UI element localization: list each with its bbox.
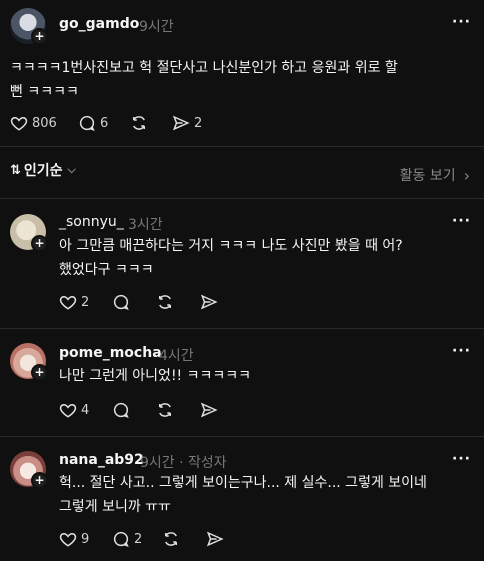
sort-dropdown[interactable]: ⇅ 인기순 ⌵ <box>10 160 76 180</box>
comment-icon <box>113 402 129 419</box>
comment-icon <box>113 294 129 311</box>
heart-icon <box>59 403 77 418</box>
share-button[interactable] <box>206 530 224 548</box>
main-post: + go_gamdo 9시간 ··· ㅋㅋㅋㅋ1번사진보고 헉 절단사고 나신분… <box>0 0 484 146</box>
share-count: 2 <box>194 115 203 131</box>
view-activity-label: 활동 보기 <box>399 168 456 184</box>
like-button[interactable]: 806 <box>10 114 78 132</box>
repost-button[interactable] <box>162 530 206 548</box>
like-count: 4 <box>81 402 90 418</box>
divider <box>0 436 484 437</box>
follow-plus-icon[interactable]: + <box>31 235 48 252</box>
send-icon <box>172 115 190 131</box>
reply-line: 아 그만큼 매끈하다는 거지 ㅋㅋㅋ 나도 사진만 봤을 때 어? <box>59 238 403 254</box>
heart-icon <box>59 532 77 547</box>
post-time: 9시간 <box>139 19 174 35</box>
send-icon <box>206 531 224 547</box>
share-button[interactable] <box>200 293 218 311</box>
post-line: ㅋㅋㅋㅋ1번사진보고 헉 절단사고 나신분인가 하고 응원과 위로 할 <box>10 60 398 76</box>
like-count: 806 <box>32 115 57 131</box>
post-username[interactable]: go_gamdo <box>59 16 139 32</box>
sort-label: 인기순 <box>23 163 63 179</box>
post-body: ㅋㅋㅋㅋ1번사진보고 헉 절단사고 나신분인가 하고 응원과 위로 할 뻔 ㅋㅋ… <box>10 56 398 104</box>
reply-username[interactable]: nana_ab92 <box>59 452 144 468</box>
reply-body: 나만 그런게 아니었!! ㅋㅋㅋㅋㅋ <box>59 364 251 388</box>
comment-count: 2 <box>134 531 143 547</box>
follow-plus-icon[interactable]: + <box>31 28 48 45</box>
reply-line: 그렇게 보니까 ㅠㅠ <box>59 499 171 515</box>
repost-icon <box>165 532 177 546</box>
heart-icon <box>10 116 28 131</box>
comment-icon <box>79 115 95 132</box>
reply-username[interactable]: _sonnyu_ <box>59 214 124 230</box>
follow-plus-icon[interactable]: + <box>31 472 48 489</box>
more-options-icon[interactable]: ··· <box>452 213 471 229</box>
like-count: 9 <box>81 531 90 547</box>
chevron-down-icon: ⌵ <box>67 163 76 176</box>
reply-actions: 2 <box>59 293 218 311</box>
divider <box>0 146 484 147</box>
share-button[interactable]: 2 <box>172 114 202 132</box>
send-icon <box>200 294 218 310</box>
repost-button[interactable] <box>130 114 172 132</box>
repost-button[interactable] <box>156 293 200 311</box>
repost-icon <box>159 403 171 417</box>
reply-line: 헉... 절단 사고.. 그렇게 보이는구나... 제 실수... 그렇게 보이… <box>59 475 427 491</box>
chevron-right-icon: › <box>463 165 470 185</box>
post-line: 뻔 ㅋㅋㅋㅋ <box>10 84 79 100</box>
reply-time: 3시간 <box>128 217 163 233</box>
comment-button[interactable]: 2 <box>112 530 162 548</box>
reply-time: 4시간 <box>159 348 194 364</box>
reply-body: 아 그만큼 매끈하다는 거지 ㅋㅋㅋ 나도 사진만 봤을 때 어? 했었다구 ㅋ… <box>59 234 403 282</box>
like-count: 2 <box>81 294 90 310</box>
share-button[interactable] <box>200 401 218 419</box>
repost-icon <box>133 116 145 130</box>
like-button[interactable]: 4 <box>59 401 112 419</box>
send-icon <box>200 402 218 418</box>
like-button[interactable]: 2 <box>59 293 112 311</box>
more-options-icon[interactable]: ··· <box>452 451 471 467</box>
reply-actions: 4 <box>59 401 218 419</box>
reply-time: 9시간 · 작성자 <box>140 455 227 471</box>
like-button[interactable]: 9 <box>59 530 112 548</box>
reply-username[interactable]: pome_mocha <box>59 345 162 361</box>
repost-button[interactable] <box>156 401 200 419</box>
view-activity-link[interactable]: 활동 보기 › <box>400 165 470 185</box>
heart-icon <box>59 295 77 310</box>
comment-button[interactable] <box>112 401 156 419</box>
comment-button[interactable]: 6 <box>78 114 130 132</box>
follow-plus-icon[interactable]: + <box>31 364 48 381</box>
more-options-icon[interactable]: ··· <box>452 343 471 359</box>
divider <box>0 328 484 329</box>
comment-button[interactable] <box>112 293 156 311</box>
reply-body: 헉... 절단 사고.. 그렇게 보이는구나... 제 실수... 그렇게 보이… <box>59 471 427 519</box>
sort-icon: ⇅ <box>10 162 21 178</box>
reply-line: 나만 그런게 아니었!! ㅋㅋㅋㅋㅋ <box>59 368 252 384</box>
post-actions: 806 6 2 <box>10 114 202 132</box>
divider <box>0 198 484 199</box>
comment-icon <box>113 531 129 548</box>
repost-icon <box>159 295 171 309</box>
more-options-icon[interactable]: ··· <box>452 14 471 30</box>
comment-count: 6 <box>100 115 109 131</box>
reply-actions: 9 2 <box>59 530 224 548</box>
reply-line: 했었다구 ㅋㅋㅋ <box>59 262 154 278</box>
